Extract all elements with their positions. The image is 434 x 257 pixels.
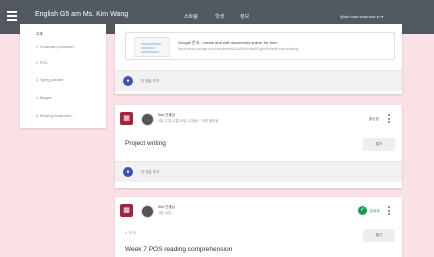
attachment-title: Google 문서 - create and edit documents on…: [178, 40, 278, 45]
assignment-status: 할당됨: [369, 117, 379, 121]
assignment-status: 완료됨: [370, 209, 380, 213]
topics-sidebar: 주제 1. Vocabulary homework 2. POS 3. Typi…: [20, 24, 106, 128]
assignment-title[interactable]: Week 7 POS reading comprehension: [125, 246, 232, 253]
tab-stream[interactable]: 스트림: [184, 13, 198, 20]
avatar: [141, 113, 154, 126]
assignment-post: ▦ Kim 선생님 2월 17일 (2월 20일 수정됨) · 과제 할당됨 할…: [115, 105, 402, 188]
stream-post: Google 문서 - create and edit documents on…: [115, 24, 402, 94]
more-options-icon[interactable]: [388, 114, 391, 125]
attachment-url: https://docs.google.com/document/d/1a2b3…: [178, 47, 299, 51]
sidebar-item-typing[interactable]: 3. Typing practice: [36, 78, 63, 82]
avatar: [141, 205, 154, 218]
assignment-icon: ▦: [120, 112, 133, 125]
more-options-icon[interactable]: [388, 206, 391, 217]
sidebar-item-badges[interactable]: 4. Badges: [36, 96, 52, 100]
open-button[interactable]: 열기: [363, 138, 395, 151]
sidebar-item-topics[interactable]: 주제: [36, 32, 42, 37]
assignment-post: ▦ Kim 선생님 2월 14일 ✓ 완료됨 4. POS 열기 Week 7 …: [115, 197, 402, 257]
assignment-icon: ▦: [120, 204, 133, 217]
sidebar-item-reading[interactable]: 5. Reading comprehen...: [36, 114, 74, 118]
class-comments-bar[interactable]: ● 반 댓글 추가: [115, 70, 402, 91]
post-author: Kim 선생님: [158, 113, 175, 117]
sidebar-item-pos[interactable]: 2. POS: [36, 61, 47, 65]
class-title[interactable]: English G5 am Ms. Kim Wang: [35, 11, 128, 18]
class-comments-label: 반 댓글 추가: [141, 79, 160, 83]
account-menu[interactable]: @stu.tobe.sbps.edu.kr ▾: [340, 14, 383, 19]
check-circle-icon: ✓: [358, 206, 367, 215]
post-meta: 2월 17일 (2월 20일 수정됨) · 과제 할당됨: [158, 119, 219, 123]
attachment-link[interactable]: Google 문서 - create and edit documents on…: [125, 32, 395, 60]
classmates-icon: ●: [123, 76, 133, 86]
menu-icon[interactable]: [7, 11, 17, 21]
class-comments-label: 반 댓글 추가: [141, 170, 160, 174]
tab-about[interactable]: 정보: [240, 13, 249, 20]
open-button[interactable]: 열기: [363, 229, 395, 242]
post-author: Kim 선생님: [158, 205, 175, 209]
topic-chip: 4. POS: [125, 231, 137, 235]
post-meta: 2월 14일: [158, 211, 172, 215]
tab-students[interactable]: 학생: [215, 13, 224, 20]
class-comments-bar[interactable]: ● 반 댓글 추가: [115, 161, 402, 182]
classmates-icon: ●: [123, 167, 133, 177]
attachment-thumbnail: [134, 37, 170, 57]
assignment-title[interactable]: Project writing: [125, 140, 166, 147]
sidebar-item-vocabulary[interactable]: 1. Vocabulary homework: [36, 45, 74, 49]
